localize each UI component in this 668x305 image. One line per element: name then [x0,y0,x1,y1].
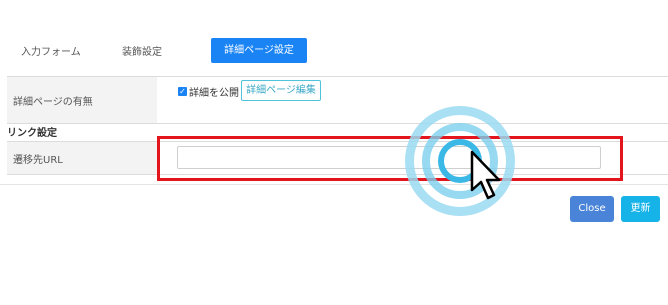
publish-detail-checkbox[interactable]: ✓ 詳細を公開 [178,84,239,99]
edit-detail-page-button[interactable]: 詳細ページ編集 [241,80,321,101]
detail-page-label: 詳細ページの有無 [7,77,157,123]
checkmark-icon[interactable]: ✓ [178,87,187,96]
link-settings-title: リンク設定 [7,128,57,139]
update-button[interactable]: 更新 [621,196,660,222]
tab-decoration-settings[interactable]: 装飾設定 [122,43,162,58]
url-label: 遷移先URL [7,142,157,174]
tab-input-form[interactable]: 入力フォーム [21,43,81,58]
detail-page-row: 詳細ページの有無 [7,76,668,124]
close-button[interactable]: Close [570,196,614,222]
publish-detail-label: 詳細を公開 [189,88,239,99]
tab-detail-page-settings[interactable]: 詳細ページ設定 [211,38,307,63]
divider [0,184,668,185]
highlight-box [157,136,623,181]
mouse-pointer-icon [470,150,501,200]
